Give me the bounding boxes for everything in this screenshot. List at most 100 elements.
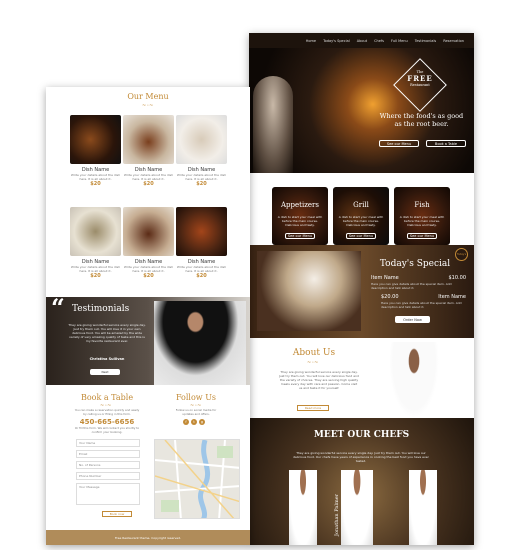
dish-card[interactable]: Dish Name Write your details about the d… xyxy=(70,115,121,187)
footer: Free Restaurant theme. Copyright reserve… xyxy=(46,530,250,545)
dish-price: $20 xyxy=(196,273,207,279)
see-menu-button[interactable]: See our Menu xyxy=(379,140,419,147)
testimonial-author: Christina Sullivan xyxy=(89,357,125,361)
chef-image-3 xyxy=(409,470,437,545)
menu-title: Our Menu xyxy=(127,92,169,101)
left-page: Our Menu ~◦~ Dish Name Write your detail… xyxy=(46,87,250,545)
name-field[interactable]: Your Name xyxy=(76,439,140,447)
dish-desc: Write your details about the dish here. … xyxy=(123,265,174,273)
persons-field[interactable]: No. of Persons xyxy=(76,461,140,469)
nav-item-home[interactable]: Home xyxy=(306,39,316,43)
dish-card[interactable]: Dish Name Write your details about the d… xyxy=(70,207,121,279)
next-button[interactable]: Next xyxy=(90,369,120,375)
dish-price: $20 xyxy=(143,273,154,279)
category-card-appetizers[interactable]: Appetizers A dish to start your meal wit… xyxy=(272,187,328,245)
dish-price: $20 xyxy=(90,181,101,187)
dish-image xyxy=(176,115,227,164)
dish-image xyxy=(70,207,121,256)
about-section: About Us ~◦~ They are giving wonderful s… xyxy=(249,338,474,418)
dish-card[interactable]: Dish Name Write your details about the d… xyxy=(176,115,227,187)
logo-main: FREE xyxy=(407,74,433,83)
waiter-image xyxy=(154,301,246,385)
chef-image-1 xyxy=(289,470,317,545)
special-item2-name: Item Name xyxy=(438,294,466,300)
category-button[interactable]: See our Menu xyxy=(346,233,376,239)
dish-price: $20 xyxy=(143,181,154,187)
order-now-button[interactable]: Order Now xyxy=(395,316,430,323)
category-button[interactable]: See our Menu xyxy=(285,233,315,239)
map[interactable] xyxy=(154,439,240,519)
logo-sub: Restaurant xyxy=(410,83,430,87)
nav-item-chefs[interactable]: Chefs xyxy=(374,39,384,43)
dish-card[interactable]: Dish Name Write your details about the d… xyxy=(123,115,174,187)
testimonials-text: They are giving wonderful service every … xyxy=(68,323,146,343)
google-plus-icon[interactable]: g xyxy=(199,419,205,425)
menu-divider: ~◦~ xyxy=(142,103,154,109)
about-chef-image xyxy=(389,342,439,418)
book-now-button[interactable]: Book now xyxy=(102,511,132,517)
chefs-title: MEET OUR CHEFS xyxy=(313,430,410,440)
dish-image xyxy=(176,207,227,256)
hero: The FREE Restaurant Where the food's as … xyxy=(249,48,474,173)
testimonials-title: Testimonials xyxy=(72,304,130,314)
dish-card[interactable]: Dish Name Write your details about the d… xyxy=(176,207,227,279)
book-title: Book a Table xyxy=(80,393,134,402)
message-field[interactable]: Your Message xyxy=(76,483,140,505)
nav-item-full-menu[interactable]: Full Menu xyxy=(391,39,408,43)
top-nav: Home Today's Special About Chefs Full Me… xyxy=(249,33,474,48)
chefs-section: MEET OUR CHEFS They are giving wonderful… xyxy=(249,418,474,545)
dish-desc: Write your details about the dish here. … xyxy=(123,173,174,181)
special-item1-name: Item Name xyxy=(371,275,399,281)
special-title: Today's Special xyxy=(379,259,451,269)
special-item2-desc: Here you can give details about the spec… xyxy=(381,301,462,309)
special-item2-price: $20.00 xyxy=(381,294,399,300)
facebook-icon[interactable]: f xyxy=(183,419,189,425)
category-desc: A dish to start your meal with before th… xyxy=(338,215,384,227)
dish-desc: Write your details about the dish here. … xyxy=(70,265,121,273)
category-card-grill[interactable]: Grill A dish to start your meal with bef… xyxy=(333,187,389,245)
follow-title: Follow Us xyxy=(175,393,217,402)
book-note: Or fill this form. We will contact you s… xyxy=(74,426,140,434)
dish-desc: Write your details about the dish here. … xyxy=(70,173,121,181)
read-more-button[interactable]: Read more xyxy=(297,405,329,411)
category-title: Fish xyxy=(414,201,430,209)
special-item1-desc: Here you can give details about the spec… xyxy=(371,282,452,290)
nav-item-special[interactable]: Today's Special xyxy=(323,39,350,43)
chef-figure xyxy=(253,76,293,173)
footer-text: Free Restaurant theme. Copyright reserve… xyxy=(114,535,182,540)
book-intro: You can make a reservation quickly and e… xyxy=(74,408,140,416)
chefs-text: They are giving wonderful service every … xyxy=(293,451,429,463)
dish-image xyxy=(123,207,174,256)
category-title: Appetizers xyxy=(281,201,319,209)
about-divider: ~◦~ xyxy=(307,360,319,366)
dish-desc: Write your details about the dish here. … xyxy=(176,173,227,181)
dish-image xyxy=(123,115,174,164)
category-desc: A dish to start your meal with before th… xyxy=(277,215,323,227)
chef-image-2 xyxy=(341,470,373,545)
twitter-icon[interactable]: t xyxy=(191,419,197,425)
hero-tagline: Where the food's as good as the root bee… xyxy=(379,112,464,128)
categories-section: Appetizers A dish to start your meal wit… xyxy=(249,173,474,248)
category-card-fish[interactable]: Fish A dish to start your meal with befo… xyxy=(394,187,450,245)
book-table-button[interactable]: Book a Table xyxy=(426,140,466,147)
right-page: Home Today's Special About Chefs Full Me… xyxy=(249,33,474,545)
dish-price: $20 xyxy=(90,273,101,279)
special-item1-price: $10.00 xyxy=(448,275,467,281)
nav-item-about[interactable]: About xyxy=(357,39,367,43)
chef-name: Jonathan Palmer xyxy=(334,493,340,536)
email-field[interactable]: Email xyxy=(76,450,140,458)
social-icons: f t g xyxy=(183,419,205,425)
quote-icon: “ xyxy=(51,297,65,322)
phone-field[interactable]: Phone Number xyxy=(76,472,140,480)
map-graphic xyxy=(155,440,239,518)
book-phone[interactable]: 450-665-6656 xyxy=(64,418,150,426)
nav-item-testimonials[interactable]: Testimonials xyxy=(415,39,437,43)
category-button[interactable]: See our Menu xyxy=(407,233,437,239)
nav-item-reservation[interactable]: Reservation xyxy=(443,39,464,43)
special-section: Today's Today's Special Item Name $10.00… xyxy=(249,245,474,338)
dish-desc: Write your details about the dish here. … xyxy=(176,265,227,273)
follow-intro: Follow us on social media for updates an… xyxy=(175,408,217,416)
dish-price: $20 xyxy=(196,181,207,187)
testimonials-section: “ Testimonials They are giving wonderful… xyxy=(46,297,250,385)
dish-card[interactable]: Dish Name Write your details about the d… xyxy=(123,207,174,279)
